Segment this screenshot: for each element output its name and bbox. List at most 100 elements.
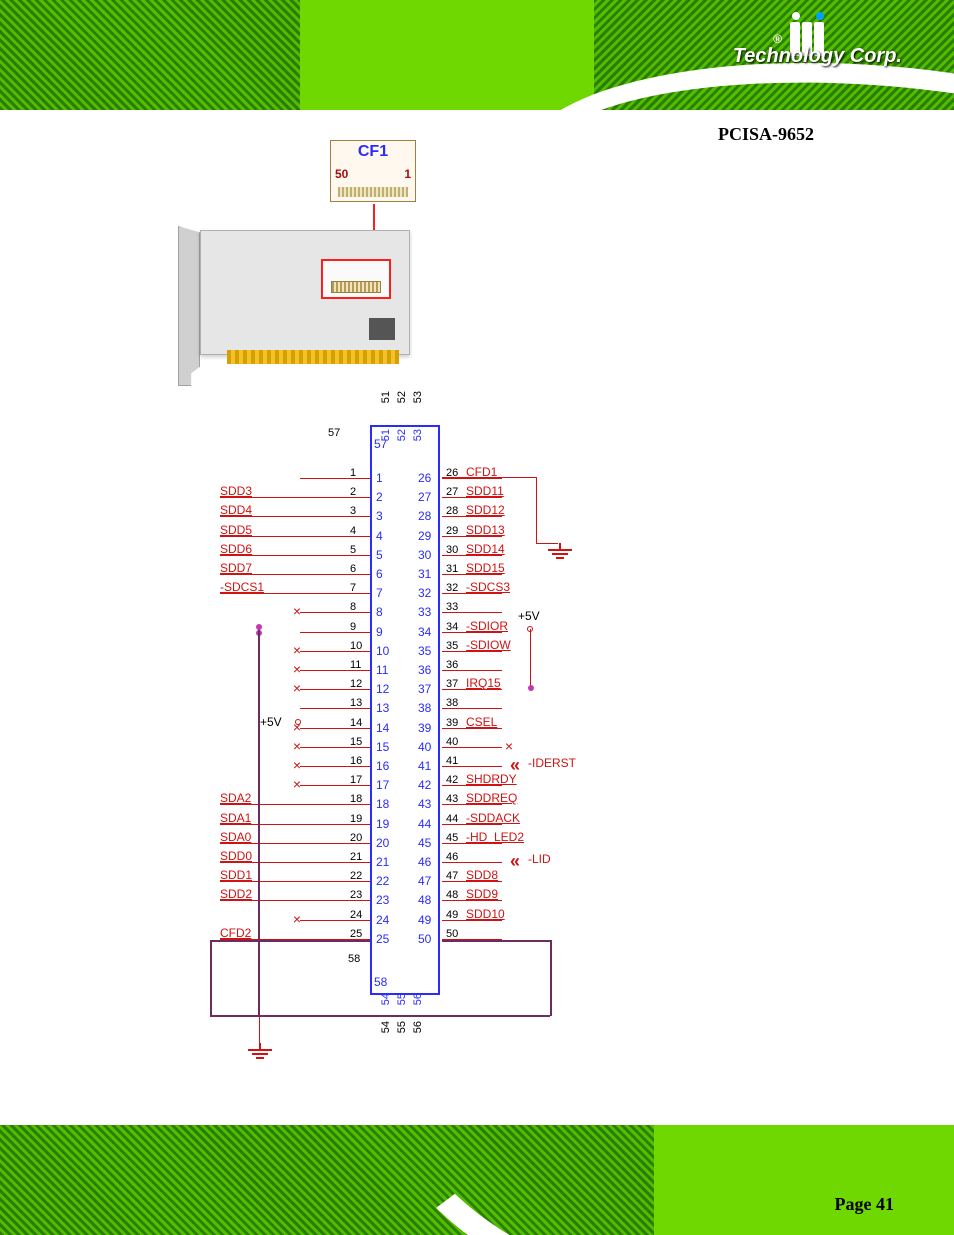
pin-inner-right-26: 26 bbox=[418, 471, 431, 485]
nc-mark-left-12: × bbox=[292, 683, 302, 693]
pin-inner-right-27: 27 bbox=[418, 490, 431, 504]
pin-outer-right-42: 42 bbox=[446, 774, 458, 786]
pin-outer-right-32: 32 bbox=[446, 582, 458, 594]
signal-SDA2: SDA2 bbox=[220, 791, 251, 805]
wire-left-5 bbox=[300, 555, 370, 556]
bus-row25 bbox=[210, 940, 370, 942]
signal-SDD4: SDD4 bbox=[220, 503, 252, 517]
signal--SDDACK: -SDDACK bbox=[466, 811, 520, 825]
pins-bottom-inside: 545556 bbox=[380, 993, 424, 1005]
pin-outer-left-8: 8 bbox=[350, 601, 356, 613]
pin-num-52: 52 bbox=[396, 429, 408, 441]
pin-inner-left-18: 18 bbox=[376, 797, 389, 811]
cf-slot-highlight bbox=[321, 259, 391, 299]
bus-bottom-left-v bbox=[210, 940, 212, 1016]
signal-SDD10: SDD10 bbox=[466, 907, 505, 921]
pin-inner-right-42: 42 bbox=[418, 778, 431, 792]
pin-inner-left-3: 3 bbox=[376, 509, 383, 523]
signal-SDD15: SDD15 bbox=[466, 561, 505, 575]
pin-outer-left-2: 2 bbox=[350, 486, 356, 498]
product-name: PCISA-9652 bbox=[718, 124, 814, 145]
wire-left-9 bbox=[300, 632, 370, 633]
pin-inner-right-37: 37 bbox=[418, 682, 431, 696]
pin-outer-left-10: 10 bbox=[350, 640, 362, 652]
pin-inner-left-11: 11 bbox=[376, 663, 388, 677]
pin-num-55: 55 bbox=[396, 1021, 408, 1033]
pin-outer-right-43: 43 bbox=[446, 793, 458, 805]
pin-outer-left-20: 20 bbox=[350, 832, 362, 844]
signal--SDCS3: -SDCS3 bbox=[466, 580, 510, 594]
pin-inner-right-28: 28 bbox=[418, 509, 431, 523]
pin-inner-right-47: 47 bbox=[418, 874, 431, 888]
pin-outer-left-23: 23 bbox=[350, 889, 362, 901]
pin-inner-left-1: 1 bbox=[376, 471, 383, 485]
pin-outer-right-28: 28 bbox=[446, 505, 458, 517]
pin-num-53: 53 bbox=[412, 429, 424, 441]
signal-SDA0: SDA0 bbox=[220, 830, 251, 844]
nc-mark-left-11: × bbox=[292, 664, 302, 674]
pin-inner-right-40: 40 bbox=[418, 740, 431, 754]
pin-outer-left-6: 6 bbox=[350, 563, 356, 575]
header-banner: ® Technology Corp. bbox=[0, 0, 954, 110]
plus5v-left-node-icon bbox=[295, 719, 301, 725]
wire-left-7 bbox=[300, 593, 370, 594]
board-edge-connector-icon bbox=[227, 350, 399, 364]
pin-inner-left-24: 24 bbox=[376, 913, 389, 927]
pin-num-52: 52 bbox=[396, 391, 408, 403]
pin-outer-right-39: 39 bbox=[446, 717, 458, 729]
signal--SDCS1: -SDCS1 bbox=[220, 580, 264, 594]
pin-outer-left-4: 4 bbox=[350, 525, 356, 537]
pci-bracket-icon bbox=[178, 226, 200, 386]
pin-outer-left-9: 9 bbox=[350, 621, 356, 633]
page-number: Page 41 bbox=[835, 1194, 894, 1215]
pin-num-54: 54 bbox=[380, 993, 392, 1005]
pins-bottom-outside: 545556 bbox=[380, 1021, 424, 1033]
wire-left-3 bbox=[300, 516, 370, 517]
pin-outer-right-50: 50 bbox=[446, 928, 458, 940]
pin-outer-right-27: 27 bbox=[446, 486, 458, 498]
pin-inner-right-29: 29 bbox=[418, 529, 431, 543]
wire-cfd1-to-gnd bbox=[536, 543, 558, 544]
ground-stub-left bbox=[259, 1017, 260, 1043]
pin-outer-right-44: 44 bbox=[446, 813, 458, 825]
signal-SDD6: SDD6 bbox=[220, 542, 252, 556]
signal-SDD13: SDD13 bbox=[466, 523, 505, 537]
pin-inner-left-14: 14 bbox=[376, 721, 389, 735]
pin-inner-left-2: 2 bbox=[376, 490, 383, 504]
trademark-symbol: ® bbox=[773, 32, 782, 46]
pin-num-56: 56 bbox=[412, 1021, 424, 1033]
signal-SDD7: SDD7 bbox=[220, 561, 252, 575]
pin-outer-left-3: 3 bbox=[350, 505, 356, 517]
node-5v-junction bbox=[528, 685, 534, 691]
wire-left-4 bbox=[300, 536, 370, 537]
pin-inner-left-8: 8 bbox=[376, 605, 383, 619]
brand-name: Technology Corp. bbox=[733, 45, 902, 68]
pin-inner-left-10: 10 bbox=[376, 644, 389, 658]
signal--SDIOW: -SDIOW bbox=[466, 638, 511, 652]
pin-outer-left-19: 19 bbox=[350, 813, 362, 825]
nc-mark-left-16: × bbox=[292, 760, 302, 770]
signal--SDIOR: -SDIOR bbox=[466, 619, 508, 633]
pin-inner-right-39: 39 bbox=[418, 721, 431, 735]
pin-outer-left-14: 14 bbox=[350, 717, 362, 729]
pin-outer-left-18: 18 bbox=[350, 793, 362, 805]
pin-num-51: 51 bbox=[380, 391, 392, 403]
pin-inner-left-6: 6 bbox=[376, 567, 383, 581]
signal-SDD3: SDD3 bbox=[220, 484, 252, 498]
nc-mark-right-40: × bbox=[504, 741, 514, 751]
signal-SDD12: SDD12 bbox=[466, 503, 505, 517]
pin-inner-right-41: 41 bbox=[418, 759, 431, 773]
pin-outer-right-37: 37 bbox=[446, 678, 458, 690]
signal-SDD9: SDD9 bbox=[466, 887, 498, 901]
pin-outer-left-1: 1 bbox=[350, 467, 356, 479]
signal-SDD5: SDD5 bbox=[220, 523, 252, 537]
bus-row50 bbox=[442, 940, 552, 942]
wire-left-8 bbox=[300, 612, 370, 613]
pin-inner-left-12: 12 bbox=[376, 682, 389, 696]
pin-outer-right-29: 29 bbox=[446, 525, 458, 537]
pin58-outside: 58 bbox=[348, 953, 360, 965]
nc-mark-left-10: × bbox=[292, 645, 302, 655]
pin-outer-left-12: 12 bbox=[350, 678, 362, 690]
pin-inner-left-5: 5 bbox=[376, 548, 383, 562]
pin-inner-left-7: 7 bbox=[376, 586, 383, 600]
